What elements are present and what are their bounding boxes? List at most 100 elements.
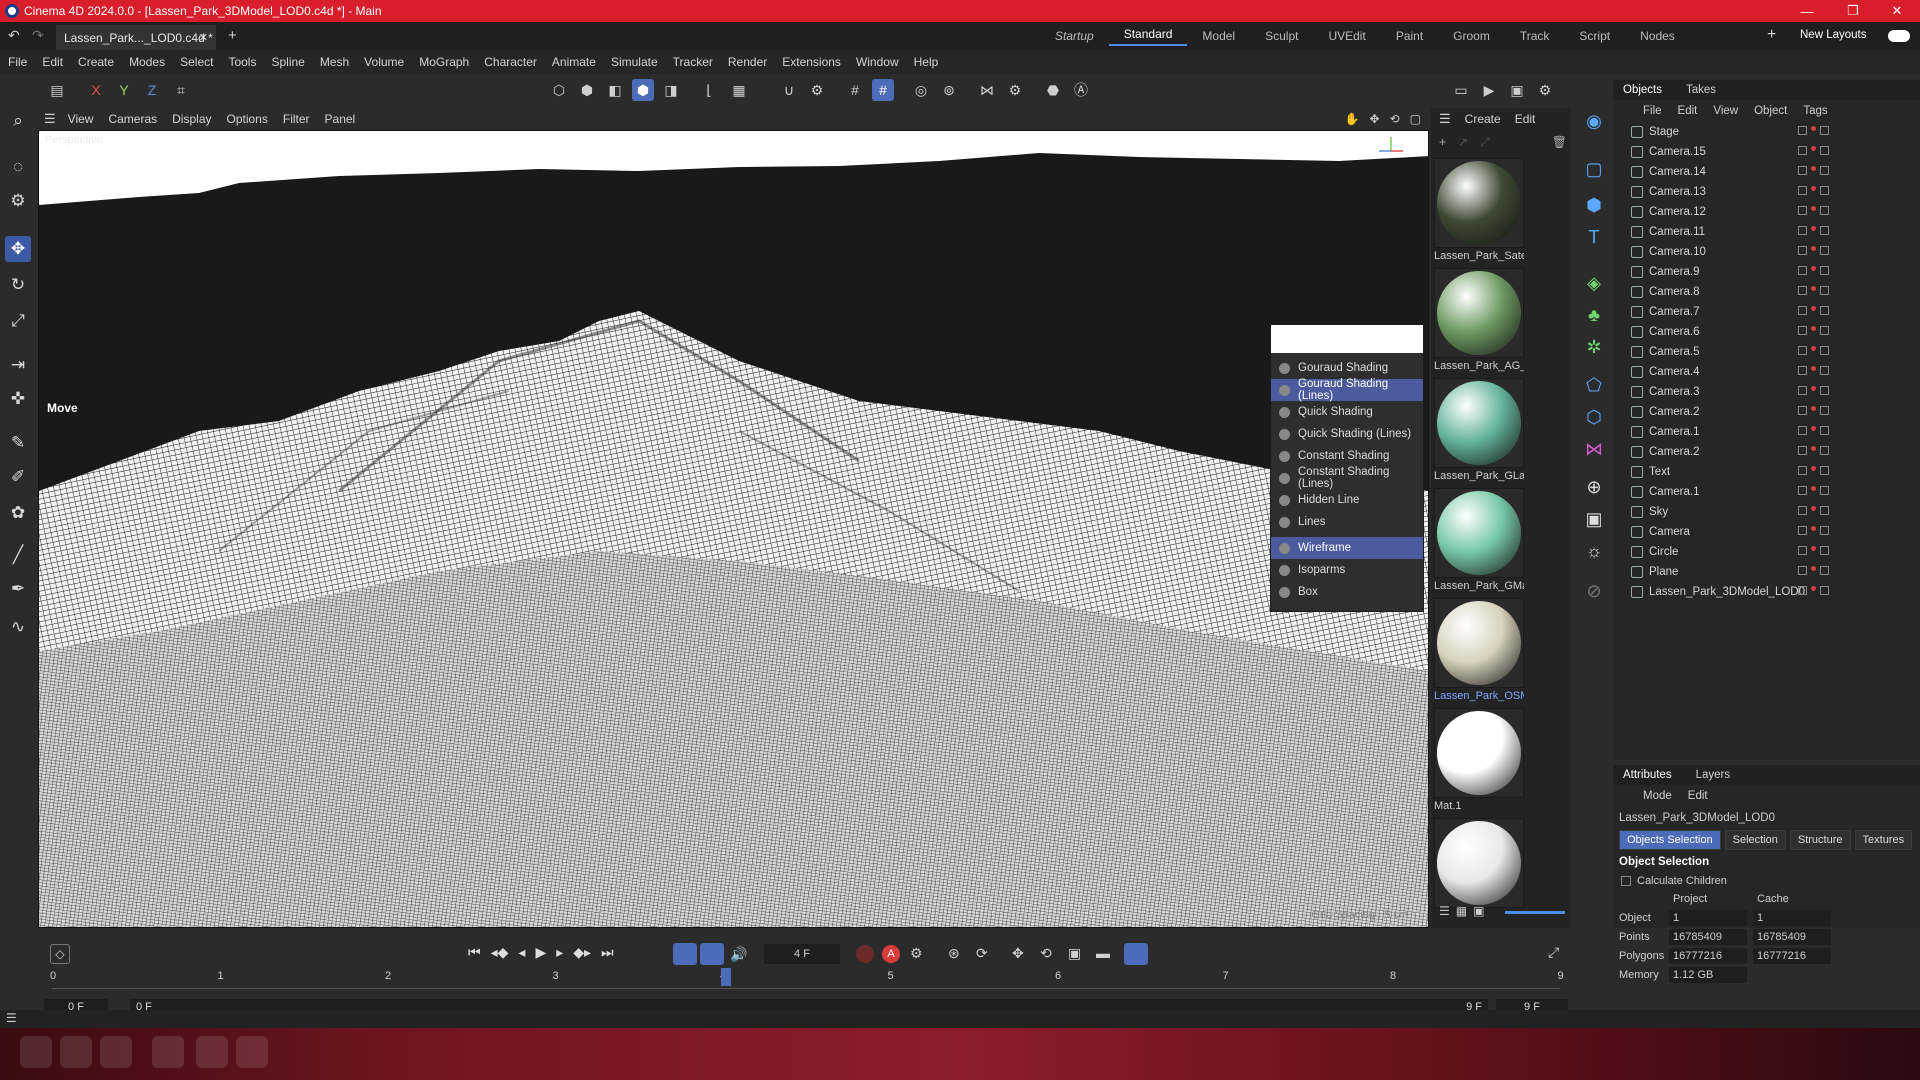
object-visibility-dots[interactable] [1798,306,1829,315]
minimize-button[interactable]: — [1784,0,1830,22]
shading-option[interactable]: Gouraud Shading [1271,357,1423,379]
object-visibility-dots[interactable] [1798,346,1829,355]
point-level-icon[interactable]: ▬ [1096,945,1110,961]
render-region-icon[interactable]: ▭ [1450,79,1472,101]
material-swatch[interactable]: Lassen_Park_GMa [1434,488,1524,594]
object-row[interactable]: Camera.8 [1613,282,1920,302]
mograph-cloner-icon[interactable]: ♣ [1581,302,1607,328]
object-visibility-dots[interactable] [1798,326,1829,335]
object-row[interactable]: Camera.5 [1613,342,1920,362]
menu-tracker[interactable]: Tracker [673,55,713,69]
menu-animate[interactable]: Animate [552,55,596,69]
object-row[interactable]: Plane [1613,562,1920,582]
snap-settings-icon[interactable]: ⚙ [806,79,828,101]
scale-tool-icon[interactable]: ⤢ [5,308,31,334]
object-row[interactable]: Text [1613,462,1920,482]
material-swatch[interactable]: Lassen_Park_OSM [1434,598,1524,704]
new-layouts-label[interactable]: New Layouts [1800,29,1866,41]
next-key-icon[interactable]: ◆▸ [573,944,591,961]
object-visibility-dots[interactable] [1798,586,1829,595]
layout-tab-model[interactable]: Model [1187,29,1250,43]
viewport-menu-panel[interactable]: Panel [325,112,356,126]
object-visibility-dots[interactable] [1798,406,1829,415]
object-visibility-dots[interactable] [1798,266,1829,275]
menu-file[interactable]: File [8,55,27,69]
taskbar-app-icon[interactable] [196,1036,228,1068]
attribute-button[interactable]: Selection [1724,830,1786,850]
object-row[interactable]: Camera.9 [1613,262,1920,282]
taskbar-app-icon[interactable] [60,1036,92,1068]
taskbar-app-icon[interactable] [236,1036,268,1068]
generator-icon[interactable]: ◈ [1581,270,1607,296]
object-row[interactable]: Camera.2 [1613,402,1920,422]
polygons-mode-icon[interactable]: ◧ [604,79,626,101]
scene-camera-icon[interactable]: ▣ [1581,506,1607,532]
camera-object-icon[interactable]: ◉ [1581,108,1607,134]
transfer-tool-icon[interactable]: ⇥ [5,352,31,378]
next-frame-icon[interactable]: ▸ [556,944,563,961]
sound-icon[interactable]: 🔊 [730,946,747,963]
menu-window[interactable]: Window [856,55,899,69]
interpolation-toggle[interactable] [1124,943,1148,965]
current-frame-field[interactable]: 4 F [764,944,840,964]
menu-create[interactable]: Create [78,55,114,69]
text-object-icon[interactable]: T [1581,224,1607,250]
model-mode-icon[interactable]: ▤ [46,79,68,101]
material-swatch[interactable]: Lassen_Park_GLan [1434,378,1524,484]
rotate-tool-icon[interactable]: ↻ [5,272,31,298]
rotate-view-icon[interactable]: ⟲ [1390,112,1400,126]
calculate-children-row[interactable]: Calculate Children [1613,873,1920,889]
object-visibility-dots[interactable] [1798,246,1829,255]
shading-option[interactable]: Hidden Line [1271,489,1423,511]
object-row[interactable]: Camera [1613,522,1920,542]
pla-key-icon[interactable]: ▣ [1068,945,1081,962]
object-row[interactable]: Camera.13 [1613,182,1920,202]
object-menu-view[interactable]: View [1713,105,1738,117]
close-button[interactable]: ✕ [1874,0,1920,22]
menu-extensions[interactable]: Extensions [782,55,841,69]
material-menu-create[interactable]: Create [1465,112,1501,126]
shading-option[interactable]: Constant Shading [1271,445,1423,467]
effector-icon[interactable]: ⬡ [1581,404,1607,430]
knife-tool-icon[interactable]: ╱ [5,542,31,568]
param-key-icon[interactable]: ⟲ [1040,945,1052,962]
object-row[interactable]: Camera.11 [1613,222,1920,242]
trash-icon[interactable]: 🗑 [1552,135,1567,149]
taskbar-app-icon[interactable] [152,1036,184,1068]
render-view-icon[interactable]: ⬣ [1042,79,1064,101]
menu-mesh[interactable]: Mesh [320,55,349,69]
layout-tab-uvedit[interactable]: UVEdit [1313,29,1380,43]
environment-sky-icon[interactable]: ⊕ [1581,474,1607,500]
object-row[interactable]: Camera.12 [1613,202,1920,222]
object-row[interactable]: Circle [1613,542,1920,562]
scale-key-icon[interactable]: ✥ [1012,945,1024,962]
object-menu-object[interactable]: Object [1754,105,1787,117]
viewport-menu-filter[interactable]: Filter [283,112,310,126]
object-visibility-dots[interactable] [1798,526,1829,535]
previous-frame-icon[interactable]: ◂ [518,944,525,961]
sculpt-tool-icon[interactable]: ✒ [5,576,31,602]
large-view-icon[interactable]: ▣ [1473,904,1484,918]
object-row[interactable]: Camera.3 [1613,382,1920,402]
render-settings-a-icon[interactable]: Ⓐ [1070,79,1092,101]
object-visibility-dots[interactable] [1798,286,1829,295]
document-tab-close-icon[interactable]: ✕ [199,31,208,44]
tab-takes[interactable]: Takes [1686,84,1716,96]
shading-option[interactable]: Wireframe [1271,537,1423,559]
object-row[interactable]: Camera.10 [1613,242,1920,262]
object-menu-file[interactable]: File [1643,105,1662,117]
attribute-menu-mode[interactable]: Mode [1643,790,1672,802]
object-menu-tags[interactable]: Tags [1803,105,1827,117]
render-active-view-icon[interactable]: ▶ [1478,79,1500,101]
material-swatch[interactable]: Lassen_Park_Satel [1434,158,1524,264]
taskbar-app-icon[interactable] [20,1036,52,1068]
search-icon[interactable]: ⌕ [5,108,31,134]
object-visibility-dots[interactable] [1798,466,1829,475]
menu-volume[interactable]: Volume [364,55,404,69]
material-menu-edit[interactable]: Edit [1515,112,1536,126]
shading-option[interactable]: Quick Shading [1271,401,1423,423]
enable-snapping-icon[interactable]: ∪ [778,79,800,101]
object-visibility-dots[interactable] [1798,506,1829,515]
menu-modes[interactable]: Modes [129,55,165,69]
move-tool-icon[interactable]: ✥ [5,236,31,262]
